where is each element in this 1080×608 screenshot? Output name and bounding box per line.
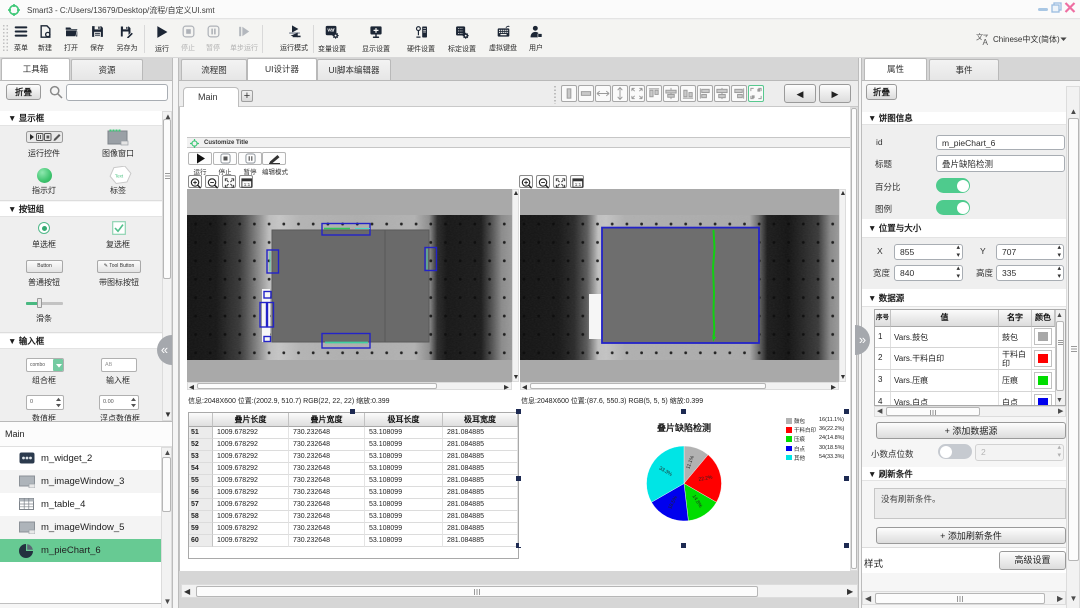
svg-text:A: A xyxy=(983,38,989,46)
svg-text:1:1: 1:1 xyxy=(575,182,582,187)
svg-text:1:1: 1:1 xyxy=(244,182,251,187)
svg-text:var: var xyxy=(327,28,335,34)
svg-text:Text: Text xyxy=(115,174,124,179)
